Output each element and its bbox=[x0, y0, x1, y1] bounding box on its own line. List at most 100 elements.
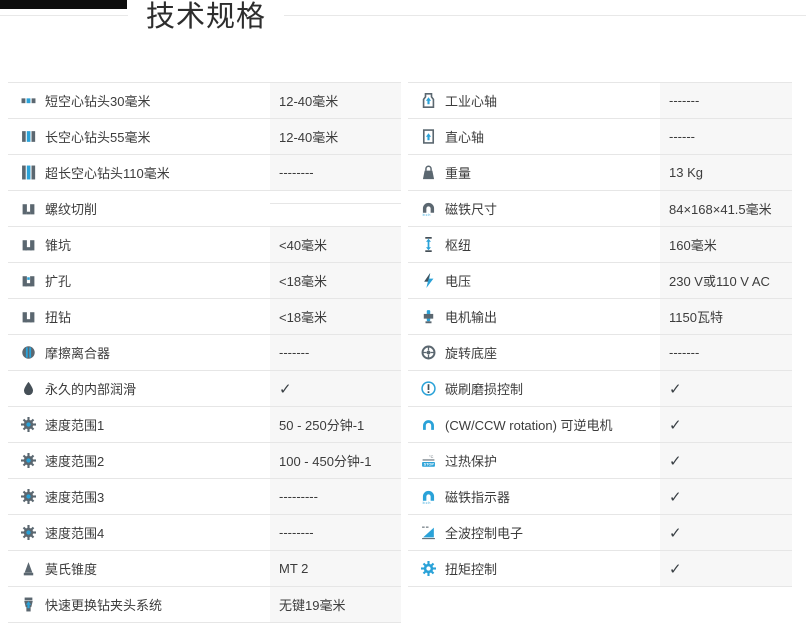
table-row: 快速更换钻夹头系统 无键19毫米 bbox=[8, 587, 401, 623]
table-row: 枢纽 160毫米 bbox=[408, 227, 792, 263]
spec-value-cell: 12-40毫米 bbox=[270, 83, 401, 118]
table-row: 速度范围2 100 - 450分钟-1 bbox=[8, 443, 401, 479]
table-row: 碳刷磨损控制✓ bbox=[408, 371, 792, 407]
table-row: 直心轴------ bbox=[408, 119, 792, 155]
table-row: 重量13 Kg bbox=[408, 155, 792, 191]
spec-label-cell: b c h磁铁指示器 bbox=[408, 479, 660, 514]
magnet-indicator-icon: b c h bbox=[420, 489, 436, 504]
spec-label-cell: 扭矩控制 bbox=[408, 551, 660, 586]
table-row: 扭矩控制 ✓ bbox=[408, 551, 792, 587]
short-core-drill-icon bbox=[20, 93, 36, 108]
spec-label-cell: 短空心钻头30毫米 bbox=[8, 83, 270, 118]
table-row: 螺纹切削 bbox=[8, 191, 401, 227]
spec-value-cell: <40毫米 bbox=[270, 227, 401, 262]
svg-text:b c h: b c h bbox=[422, 501, 430, 504]
spec-label: 长空心钻头55毫米 bbox=[45, 127, 150, 146]
spec-label-cell: 全波控制电子 bbox=[408, 515, 660, 550]
spec-label-cell: °CSTOP过热保护 bbox=[408, 443, 660, 478]
spec-label: 电压 bbox=[445, 271, 471, 290]
table-row: (CW/CCW rotation) 可逆电机✓ bbox=[408, 407, 792, 443]
spec-value-cell: ✓ bbox=[660, 407, 792, 442]
spec-label-cell: 莫氏锥度 bbox=[8, 551, 270, 586]
spec-label: 快速更换钻夹头系统 bbox=[45, 595, 162, 614]
gear-icon bbox=[20, 525, 36, 540]
spec-label: 莫氏锥度 bbox=[45, 559, 97, 578]
spec-label-cell: 锥坑 bbox=[8, 227, 270, 262]
spec-label: 速度范围2 bbox=[45, 451, 104, 470]
spec-value-cell: ✓ bbox=[660, 515, 792, 550]
spec-label-cell: 工业心轴 bbox=[408, 83, 660, 118]
spec-label-cell: 永久的内部润滑 bbox=[8, 371, 270, 406]
spec-value-cell: ✓ bbox=[270, 371, 401, 406]
svg-text:°C: °C bbox=[429, 455, 434, 459]
table-row: 短空心钻头30毫米12-40毫米 bbox=[8, 83, 401, 119]
spec-label-cell: 摩擦离合器 bbox=[8, 335, 270, 370]
long-core-drill-icon bbox=[20, 129, 36, 144]
spec-label-cell: 长空心钻头55毫米 bbox=[8, 119, 270, 154]
header-bar-fragment bbox=[0, 0, 127, 9]
weight-icon bbox=[420, 165, 436, 180]
table-row: 速度范围4 -------- bbox=[8, 515, 401, 551]
page-title: 技术规格 bbox=[128, 1, 284, 34]
spec-value-cell: 160毫米 bbox=[660, 227, 792, 262]
spec-label: 磁铁尺寸 bbox=[445, 199, 497, 218]
table-row: °CSTOP过热保护✓ bbox=[408, 443, 792, 479]
table-row: b c h 磁铁尺寸 84×168×41.5毫米 bbox=[408, 191, 792, 227]
spec-label: 速度范围4 bbox=[45, 523, 104, 542]
spec-label: 速度范围1 bbox=[45, 415, 104, 434]
table-row: b c h磁铁指示器✓ bbox=[408, 479, 792, 515]
spec-label: 锥坑 bbox=[45, 235, 71, 254]
spec-value-cell: 84×168×41.5毫米 bbox=[660, 191, 792, 226]
svg-text:STOP: STOP bbox=[423, 463, 434, 467]
thread-cutting-icon bbox=[20, 201, 36, 216]
spec-value-cell: ✓ bbox=[660, 551, 792, 586]
spec-label-cell: 速度范围3 bbox=[8, 479, 270, 514]
spec-table-right: 工业心轴 ------- 直心轴------重量13 Kg b c h 磁铁尺寸 84×1… bbox=[408, 82, 792, 623]
spec-label-cell: 碳刷磨损控制 bbox=[408, 371, 660, 406]
spec-value-cell: -------- bbox=[270, 515, 401, 550]
spec-value-cell: ✓ bbox=[660, 443, 792, 478]
spec-label: 扭矩控制 bbox=[445, 559, 497, 578]
spec-value-cell: 无键19毫米 bbox=[270, 587, 401, 622]
rotating-base-icon bbox=[420, 345, 436, 360]
spec-value-cell: 100 - 450分钟-1 bbox=[270, 443, 401, 478]
spec-value-cell: <18毫米 bbox=[270, 299, 401, 334]
friction-clutch-icon bbox=[20, 345, 36, 360]
spec-label-cell: 超长空心钻头110毫米 bbox=[8, 155, 270, 190]
spec-value-cell: ------ bbox=[660, 119, 792, 154]
electronics-icon bbox=[420, 525, 436, 540]
spec-label-cell: 扩孔 bbox=[8, 263, 270, 298]
spec-value-cell: ------- bbox=[660, 335, 792, 370]
countersink-icon bbox=[20, 237, 36, 252]
spec-value-cell: 50 - 250分钟-1 bbox=[270, 407, 401, 442]
spec-label: 速度范围3 bbox=[45, 487, 104, 506]
table-row: 莫氏锥度MT 2 bbox=[8, 551, 401, 587]
spec-label: 枢纽 bbox=[445, 235, 471, 254]
spec-value-cell: ✓ bbox=[660, 479, 792, 514]
magnet-size-icon: b c h bbox=[420, 201, 436, 216]
spec-value-cell: ✓ bbox=[660, 371, 792, 406]
torque-control-icon bbox=[420, 561, 436, 576]
table-row: 永久的内部润滑✓ bbox=[8, 371, 401, 407]
spec-label-cell: 速度范围1 bbox=[8, 407, 270, 442]
spec-tables: 短空心钻头30毫米12-40毫米长空心钻头55毫米12-40毫米超长空心钻头11… bbox=[8, 82, 792, 623]
gear-icon bbox=[20, 489, 36, 504]
reaming-icon bbox=[20, 273, 36, 288]
svg-text:b c h: b c h bbox=[422, 213, 430, 216]
overheat-protection-icon: °C STOP bbox=[420, 453, 436, 468]
spec-label: 摩擦离合器 bbox=[45, 343, 110, 362]
spec-label: 扭钻 bbox=[45, 307, 71, 326]
table-row: 速度范围3--------- bbox=[8, 479, 401, 515]
spec-label: 螺纹切削 bbox=[45, 199, 97, 218]
spec-label-cell: (CW/CCW rotation) 可逆电机 bbox=[408, 407, 660, 442]
spec-label: 超长空心钻头110毫米 bbox=[45, 163, 170, 182]
spec-label: 电机输出 bbox=[445, 307, 497, 326]
spec-label: 工业心轴 bbox=[445, 91, 497, 110]
header-divider bbox=[0, 15, 806, 16]
spec-label: 重量 bbox=[445, 163, 471, 182]
table-row: 长空心钻头55毫米12-40毫米 bbox=[8, 119, 401, 155]
stroke-icon bbox=[420, 237, 436, 252]
morse-taper-icon bbox=[20, 561, 36, 576]
table-row: 摩擦离合器------- bbox=[8, 335, 401, 371]
spec-table-left: 短空心钻头30毫米12-40毫米长空心钻头55毫米12-40毫米超长空心钻头11… bbox=[8, 82, 401, 623]
